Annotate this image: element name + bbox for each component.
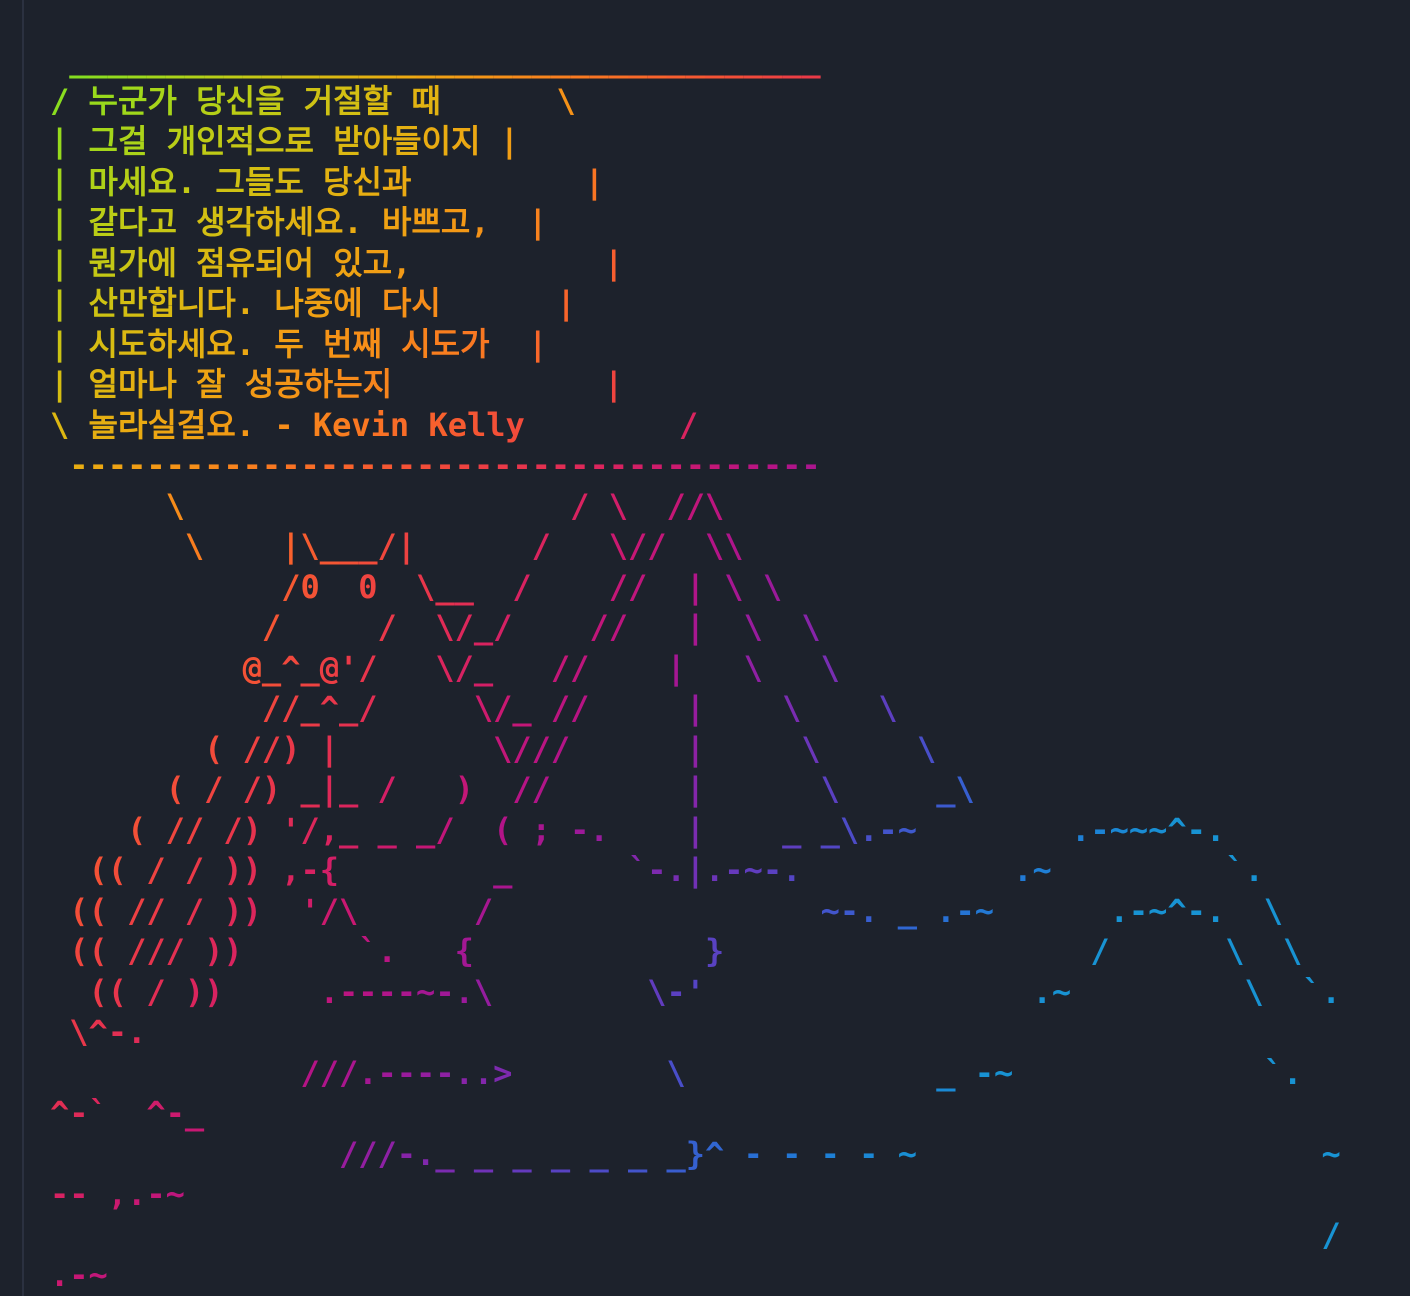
terminal-line: \ |\___/| / \// \\ [184,527,744,565]
terminal-line: /0 0 \__ / // | \ \ [281,567,783,606]
terminal-line: / [1321,1215,1341,1254]
terminal-line: | 그걸 개인적으로 받아들이지 | [50,122,520,160]
terminal-line: | 산만합니다. 나중에 다시 | [50,284,576,322]
terminal-line: \ / \ //\ [165,486,725,525]
terminal-line: | 얼마나 잘 성공하는지 | [50,365,624,403]
terminal-line: (( // / )) '/\ / ~-. _ .-~ .-~^-. \ [69,891,1283,930]
terminal-line: ( / /) _|_ / ) // | \ _\ [165,770,975,808]
terminal-line: | 마세요. 그들도 당신과 | [50,162,605,201]
terminal-line: //_^_/ \/_ // | \ \ [261,689,898,727]
terminal-line: @_^_@'/ \/_ // | \ \ [242,648,840,687]
terminal-window[interactable]: _______________________________________ /… [0,0,1410,1296]
terminal-line: ///-._ _ _ _ _ _ _}^ - - - - ~ ~ [338,1134,1341,1173]
terminal-line: | 같다고 생각하세요. 바쁘고, | [50,203,548,241]
terminal-output: _______________________________________ /… [50,40,1341,1296]
terminal-line: | 시도하세요. 두 번째 시도가 | [50,324,548,363]
terminal-line: .-~ [50,1256,108,1294]
terminal-line: (( /// )) `. { } / \ \ [69,932,1303,970]
terminal-line: ( // /) '/,_ _ _/ ( ; -. | _ _\.-~ .-~~~… [127,810,1226,849]
terminal-line: --------------------------------------- [69,446,821,484]
terminal-line: ///.----..> \ _ -~ `. [300,1053,1303,1092]
terminal-line: | 뭔가에 점유되어 있고, | [50,243,624,282]
terminal-line: (( / )) .----~-.\ \-' .~ \ `. [88,972,1341,1011]
gutter-divider [22,0,24,1296]
terminal-line: -- ,.-~ [50,1175,185,1213]
terminal-line: ( //) | \/// | \ \ [204,729,937,768]
terminal-line: \^-. [69,1013,147,1051]
terminal-line: (( / / )) ,-{ _ `-.|.-~-. .~ `. [88,851,1264,889]
terminal-line: _______________________________________ [69,41,821,79]
terminal-line: / 누군가 당신을 거절할 때 \ [50,81,576,120]
terminal-line: / / \/_/ // | \ \ [261,608,821,646]
terminal-line: \ 놀라실걸요. - Kevin Kelly / [50,405,699,444]
terminal-line: ^-` ^-_ [50,1094,205,1132]
